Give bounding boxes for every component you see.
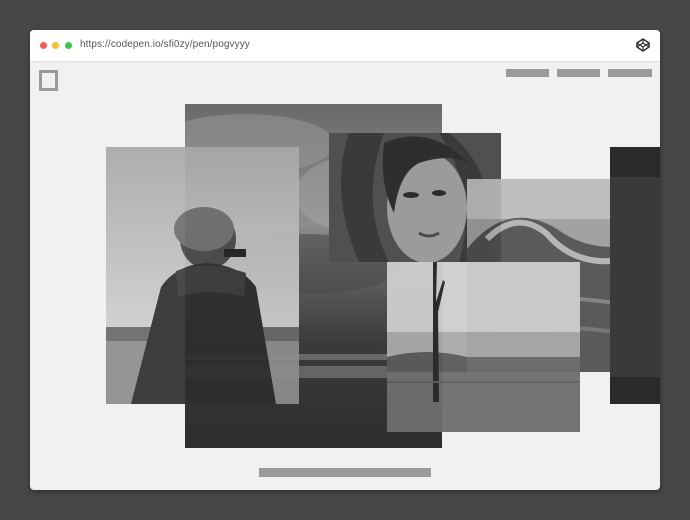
minimize-window-dot[interactable]: [52, 42, 59, 49]
zoom-window-dot[interactable]: [65, 42, 72, 49]
bottom-placeholder-bar[interactable]: [259, 468, 431, 477]
codepen-cube-icon[interactable]: [636, 38, 650, 52]
photo-dark-edge[interactable]: [610, 147, 660, 404]
photo-man-on-shore[interactable]: [106, 147, 299, 404]
photo-dead-tree[interactable]: [387, 262, 580, 432]
browser-titlebar: https://codepen.io/sfi0zy/pen/pogvyyy: [30, 30, 660, 62]
browser-window: https://codepen.io/sfi0zy/pen/pogvyyy: [30, 30, 660, 490]
address-url[interactable]: https://codepen.io/sfi0zy/pen/pogvyyy: [80, 38, 250, 52]
close-window-dot[interactable]: [40, 42, 47, 49]
nav-placeholder-1[interactable]: [506, 69, 549, 77]
nav-placeholder-2[interactable]: [557, 69, 600, 77]
nav-placeholder-3[interactable]: [608, 69, 652, 77]
site-logo-square-icon[interactable]: [39, 70, 58, 91]
